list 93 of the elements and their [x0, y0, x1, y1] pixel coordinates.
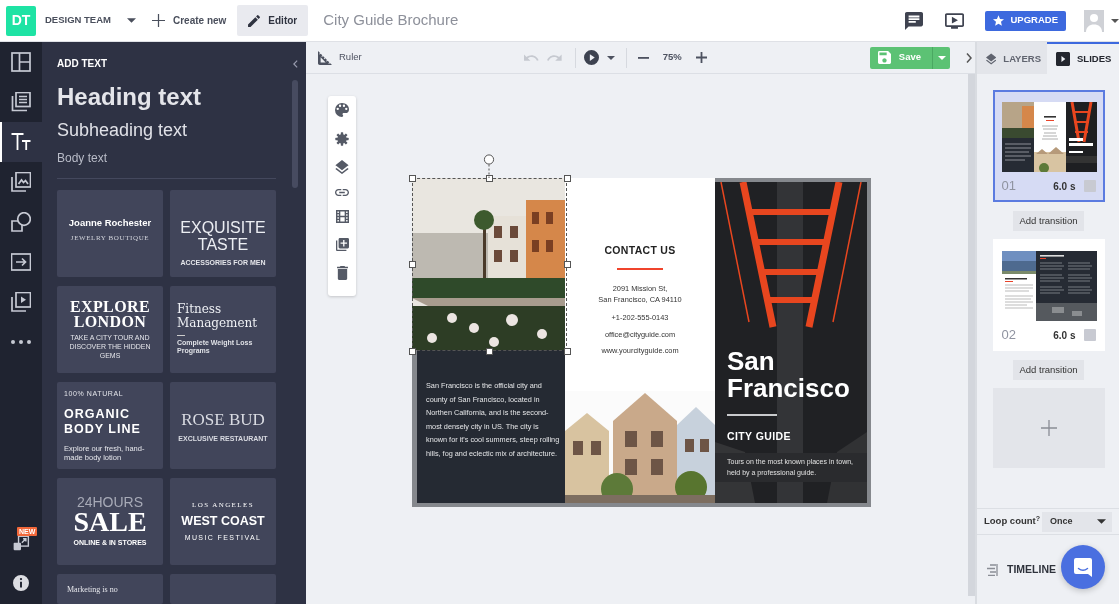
ruler-label[interactable]: Ruler [339, 50, 362, 65]
document-title: City Guide Brochure [323, 10, 459, 31]
slide-number: 02 [1001, 326, 1016, 345]
plus-icon [152, 14, 165, 27]
layers-icon [986, 52, 997, 66]
chat-button[interactable] [1061, 545, 1105, 589]
rotate-handle[interactable] [483, 154, 495, 178]
template-text: ORGANIC BODY LINE [64, 407, 142, 436]
link-icon[interactable] [335, 188, 349, 196]
add-transition-button[interactable]: Add transition [1013, 211, 1084, 231]
star-icon [993, 15, 1005, 26]
slide-card[interactable]: 01 6.0 s [992, 90, 1105, 202]
editor-button[interactable]: Editor [237, 5, 309, 36]
resize-handle[interactable] [486, 175, 493, 182]
cover-title: San Francisco [727, 348, 851, 403]
slide-duration[interactable]: 6.0 s [1053, 178, 1076, 194]
play-icon[interactable] [583, 50, 599, 65]
plus-icon [1040, 420, 1057, 436]
create-new-button[interactable]: Create new [152, 5, 227, 36]
text-size-icon [11, 132, 31, 152]
video-stack-icon [11, 292, 31, 312]
resize-handle[interactable] [486, 348, 493, 355]
more-icon [11, 340, 31, 344]
template-text: EXQUISITE TASTE [180, 219, 266, 254]
external-link-icon[interactable] [12, 533, 30, 551]
template-text: Joanne Rochester [68, 216, 152, 231]
cover-subtitle: CITY GUIDE [727, 429, 792, 445]
caret-icon [127, 18, 136, 23]
template-text: EXPLORE LONDON [69, 298, 151, 330]
slide-card[interactable]: 02 6.0 s [992, 239, 1105, 351]
template-text: 24HOURS [76, 495, 144, 510]
arrow-into-box-icon [11, 252, 31, 272]
add-transition-button[interactable]: Add transition [1013, 360, 1084, 380]
panel-title: ADD TEXT [57, 58, 107, 70]
slide-number: 01 [1001, 177, 1016, 196]
scrollbar[interactable] [968, 74, 975, 596]
heading-text-option[interactable]: Heading text [57, 83, 202, 111]
template-text: Fitness Management [177, 302, 258, 331]
chat-icon [1073, 556, 1093, 578]
template-text: SALE [73, 509, 147, 536]
images-icon [11, 172, 31, 192]
team-menu-button[interactable]: DESIGN TEAM [45, 5, 136, 36]
caret-icon [937, 55, 946, 60]
document-lines-icon [11, 92, 31, 112]
layout-icon [11, 52, 31, 72]
slideshow-icon [1056, 52, 1070, 66]
plus-icon[interactable] [695, 52, 707, 63]
body-text-option[interactable]: Body text [57, 151, 108, 166]
caret-icon[interactable] [606, 55, 615, 60]
pencil-icon [248, 14, 261, 27]
shapes-icon [11, 212, 31, 232]
caret-icon[interactable] [1111, 18, 1119, 23]
info-icon[interactable] [13, 575, 29, 591]
template-text: Marketing is no [67, 584, 118, 596]
resize-handle[interactable] [409, 175, 416, 182]
save-icon [877, 51, 891, 64]
sidebar-tab[interactable] [0, 122, 42, 162]
comment-icon[interactable] [905, 11, 924, 30]
duplicate-icon[interactable] [335, 237, 349, 251]
loop-count-select[interactable]: Once [1042, 511, 1112, 532]
resize-handle[interactable] [564, 175, 571, 182]
zoom-level: 75% [662, 50, 682, 65]
resize-handle[interactable] [409, 348, 416, 355]
slide-duration[interactable]: 6.0 s [1053, 327, 1076, 343]
expand-icon[interactable] [966, 52, 972, 63]
resize-handle[interactable] [564, 261, 571, 268]
scrollbar[interactable] [292, 80, 298, 188]
trash-icon[interactable] [336, 265, 348, 280]
timeline-button[interactable]: TIMELINE [977, 535, 1119, 604]
upgrade-button[interactable]: UPGRADE [985, 10, 1066, 31]
ruler-icon[interactable] [318, 50, 332, 65]
layers-icon[interactable] [335, 160, 349, 175]
film-icon[interactable] [335, 210, 349, 224]
save-options-button[interactable] [932, 46, 950, 69]
caret-icon [1097, 519, 1106, 524]
square-toggle[interactable] [1083, 180, 1096, 192]
template-text: ROSE BUD [181, 408, 265, 431]
panel-tab[interactable]: LAYERS [977, 42, 1047, 74]
palette-icon[interactable] [335, 103, 349, 117]
settings-icon[interactable] [335, 131, 349, 146]
minus-icon[interactable] [637, 56, 649, 59]
subheading-text-option[interactable]: Subheading text [57, 119, 188, 141]
loop-count-label: Loop count$^{?}$ [984, 514, 1041, 529]
team-logo: DT [6, 5, 36, 36]
presentation-icon[interactable] [945, 12, 965, 29]
resize-handle[interactable] [564, 348, 571, 355]
resize-handle[interactable] [409, 261, 416, 268]
contact-heading: CONTACT US [604, 243, 676, 258]
timeline-icon [987, 563, 1001, 576]
square-toggle[interactable] [1083, 329, 1096, 341]
template-card[interactable]: Marketing is no [57, 574, 163, 604]
collapse-icon[interactable] [293, 60, 298, 68]
template-text: WEST COAST [181, 513, 265, 531]
